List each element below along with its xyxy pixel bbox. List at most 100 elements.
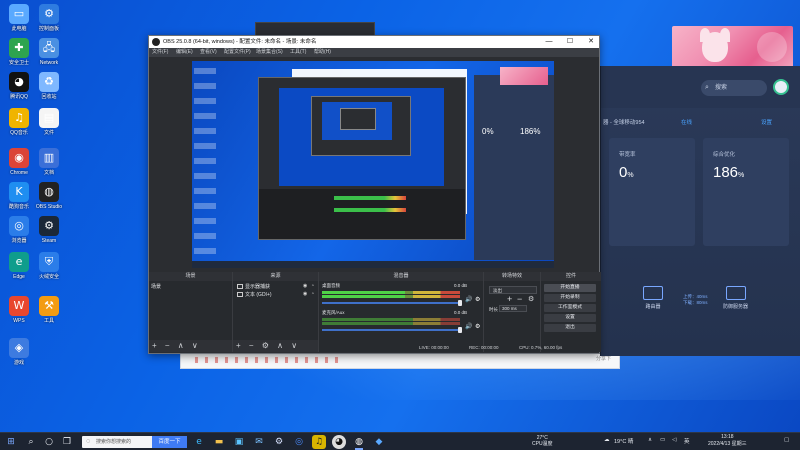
desktop-icon[interactable]: ♻ 回收站 bbox=[32, 72, 66, 100]
sources-footer-buttons[interactable]: + − ⚙ ∧ ∨ bbox=[233, 340, 318, 352]
bandwidth-card[interactable]: 带宽率 0% bbox=[609, 138, 695, 246]
desktop-icon[interactable]: ✚ 安全卫士 bbox=[2, 38, 36, 66]
obs-taskbar-icon[interactable]: ◍ bbox=[352, 435, 366, 449]
store-icon[interactable]: ▣ bbox=[232, 435, 246, 449]
menu-view[interactable]: 查看(V) bbox=[200, 48, 217, 57]
lock-icon[interactable]: ◔ bbox=[311, 283, 314, 289]
nested-preview-2 bbox=[322, 102, 392, 140]
start-recording-button[interactable]: 开始录制 bbox=[544, 294, 596, 302]
weather-icon[interactable]: ☁ bbox=[604, 437, 610, 443]
server-device[interactable]: 防御服务器 bbox=[723, 286, 748, 310]
music-app-icon[interactable]: ♫ bbox=[312, 435, 326, 449]
baidu-search-button[interactable]: 百度一下 bbox=[152, 436, 187, 448]
desktop-icon[interactable]: e Edge bbox=[2, 252, 36, 280]
gear-icon[interactable]: ⚙ bbox=[475, 296, 480, 303]
anime-wallpaper-widget[interactable] bbox=[672, 26, 793, 70]
transition-select[interactable]: 淡出 bbox=[489, 286, 537, 294]
lock-icon[interactable]: ◔ bbox=[311, 291, 314, 297]
desktop-icon[interactable]: ⚙ Steam bbox=[32, 216, 66, 244]
steam-icon[interactable]: ⚙ bbox=[272, 435, 286, 449]
cpu-temp-widget[interactable]: 27°C CPU温度 bbox=[532, 435, 553, 447]
router-settings-link[interactable]: 设置 bbox=[761, 118, 772, 126]
tray-chevron-icon[interactable]: ∧ bbox=[648, 437, 652, 443]
sources-list[interactable]: 显示器捕获 ◉ ◔ 文本 (GDI+) ◉ ◔ bbox=[233, 281, 318, 340]
menu-profile[interactable]: 配置文件(P) bbox=[224, 48, 251, 57]
start-streaming-button[interactable]: 开始直播 bbox=[544, 284, 596, 292]
gear-icon[interactable]: ⚙ bbox=[475, 323, 480, 330]
network-icon[interactable]: ▭ bbox=[660, 437, 665, 443]
source-item[interactable]: 显示器捕获 ◉ ◔ bbox=[237, 283, 314, 290]
notification-icon[interactable]: ▢ bbox=[784, 437, 789, 443]
router-manager-app[interactable]: ⌕ 搜索 器 - 全球移动954 在线 设置 带宽率 0% 综合优化 186% … bbox=[600, 66, 800, 356]
desktop-icon[interactable]: ▭ 此电脑 bbox=[2, 4, 36, 32]
desktop-icon[interactable]: ◍ OBS Studio bbox=[32, 182, 66, 210]
file-explorer-icon[interactable]: ▬ bbox=[212, 435, 226, 449]
menu-file[interactable]: 文件(F) bbox=[152, 48, 168, 57]
nested-obs-3 bbox=[340, 108, 376, 130]
menu-edit[interactable]: 编辑(E) bbox=[176, 48, 193, 57]
desktop-icon[interactable]: ▤ 文件 bbox=[32, 108, 66, 136]
clock[interactable]: 13:18 2022/4/13 星期三 bbox=[708, 434, 747, 448]
close-button[interactable]: ✕ bbox=[584, 36, 598, 48]
settings-button[interactable]: 设置 bbox=[544, 314, 596, 322]
visibility-eye-icon[interactable]: ◉ bbox=[303, 291, 307, 297]
router-search-input[interactable]: ⌕ 搜索 bbox=[701, 80, 767, 96]
volume-slider[interactable] bbox=[322, 302, 460, 304]
desktop-icon[interactable]: W WPS bbox=[2, 296, 36, 324]
volume-icon[interactable]: ◁ bbox=[672, 437, 676, 443]
menu-help[interactable]: 帮助(H) bbox=[314, 48, 331, 57]
volume-slider-handle[interactable] bbox=[458, 300, 462, 306]
obs-menubar: 文件(F) 编辑(E) 查看(V) 配置文件(P) 场景集合(S) 工具(T) … bbox=[149, 48, 599, 57]
volume-slider-handle[interactable] bbox=[458, 327, 462, 333]
mail-icon[interactable]: ✉ bbox=[252, 435, 266, 449]
visibility-eye-icon[interactable]: ◉ bbox=[303, 283, 307, 289]
obs-logo-icon bbox=[152, 38, 160, 46]
studio-mode-button[interactable]: 工作室模式 bbox=[544, 304, 596, 312]
volume-slider[interactable] bbox=[322, 329, 460, 331]
desktop-icon[interactable]: ◉ Chrome bbox=[2, 148, 36, 176]
transition-settings-icon[interactable]: ⚙ bbox=[528, 295, 534, 303]
desktop-icon[interactable]: ▥ 文档 bbox=[32, 148, 66, 176]
scenes-list[interactable]: 场景 bbox=[149, 281, 232, 340]
desktop-icon[interactable]: ◎ 浏览器 bbox=[2, 216, 36, 244]
desktop-icon[interactable]: ♫ QQ音乐 bbox=[2, 108, 36, 136]
desktop-icon[interactable]: ⛨ 火绒安全 bbox=[32, 252, 66, 280]
speaker-icon[interactable]: 🔊 bbox=[465, 296, 472, 303]
speaker-icon[interactable]: 🔊 bbox=[465, 323, 472, 330]
exit-button[interactable]: 退出 bbox=[544, 324, 596, 332]
input-method[interactable]: 英 bbox=[684, 437, 690, 445]
cortana-icon[interactable]: ○ bbox=[42, 435, 56, 449]
weather-text[interactable]: 19°C 晴 bbox=[614, 437, 633, 445]
minimize-button[interactable]: — bbox=[542, 36, 556, 48]
search-icon[interactable]: ⌕ bbox=[24, 435, 38, 449]
desktop-icon[interactable]: ◕ 腾讯QQ bbox=[2, 72, 36, 100]
avatar[interactable] bbox=[773, 79, 789, 95]
browser-icon[interactable]: ◎ bbox=[292, 435, 306, 449]
maximize-button[interactable]: ☐ bbox=[563, 36, 577, 48]
start-button[interactable]: ⊞ bbox=[4, 435, 18, 449]
desktop-icon[interactable]: ◈ 游戏 bbox=[2, 338, 36, 366]
router-device[interactable]: 路由器 bbox=[643, 286, 663, 310]
app-icon[interactable]: ◆ bbox=[372, 435, 386, 449]
desktop-icon[interactable]: 🖧 Network bbox=[32, 38, 66, 66]
obs-titlebar[interactable]: OBS 25.0.8 (64-bit, windows) - 配置文件: 未命名… bbox=[149, 36, 599, 48]
optimization-card[interactable]: 综合优化 186% bbox=[703, 138, 789, 246]
desktop-icon[interactable]: ⚒ 工具 bbox=[32, 296, 66, 324]
rec-status: REC: 00:00:00 bbox=[469, 345, 499, 350]
task-view-icon[interactable]: ❐ bbox=[60, 435, 74, 449]
edge-icon[interactable]: e bbox=[192, 435, 206, 449]
scene-item[interactable]: 场景 bbox=[151, 283, 161, 290]
desktop-icon[interactable]: ⚙ 控制面板 bbox=[32, 4, 66, 32]
menu-scene-collection[interactable]: 场景集合(S) bbox=[256, 48, 283, 57]
add-transition-button[interactable]: + bbox=[507, 294, 512, 304]
obs-window[interactable]: OBS 25.0.8 (64-bit, windows) - 配置文件: 未命名… bbox=[148, 35, 601, 354]
duration-field[interactable]: 300 ms bbox=[499, 305, 527, 312]
desktop-icon[interactable]: K 酷狗音乐 bbox=[2, 182, 36, 210]
steam-icon: ⚙ bbox=[39, 216, 59, 236]
qq-icon[interactable]: ◕ bbox=[332, 435, 346, 449]
remove-transition-button[interactable]: − bbox=[517, 294, 522, 304]
menu-tools[interactable]: 工具(T) bbox=[290, 48, 306, 57]
scenes-footer-buttons[interactable]: + − ∧ ∨ bbox=[149, 340, 232, 352]
obs-preview[interactable]: 0% 186% bbox=[192, 61, 554, 268]
source-item[interactable]: 文本 (GDI+) ◉ ◔ bbox=[237, 291, 314, 298]
